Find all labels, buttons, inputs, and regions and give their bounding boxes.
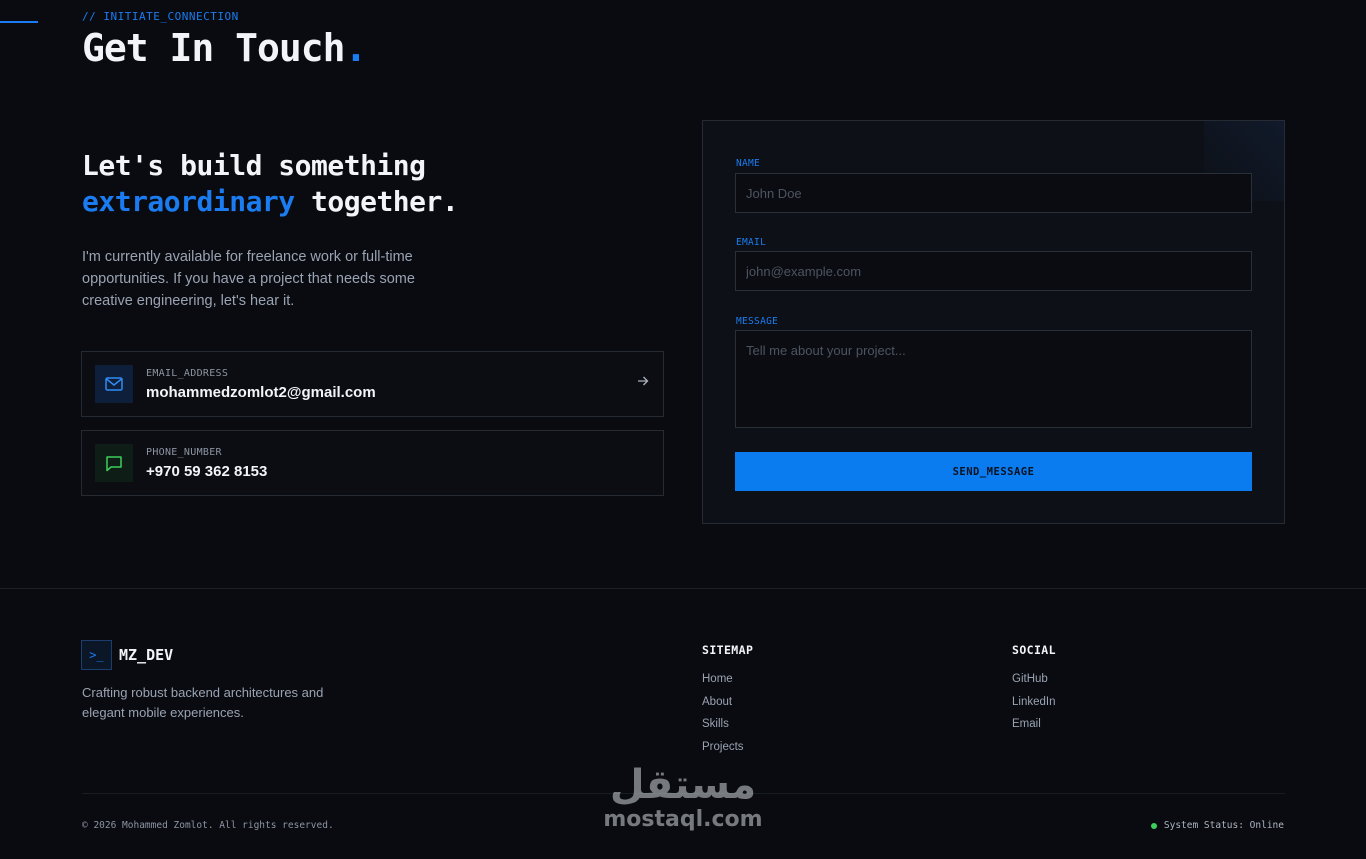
watermark-latin: mostaql.com <box>603 807 763 832</box>
copyright-text: © 2026 Mohammed Zomlot. All rights reser… <box>82 820 334 831</box>
message-field-label: MESSAGE <box>736 316 779 327</box>
message-textarea[interactable] <box>735 330 1252 428</box>
page-title-text: Get In Touch <box>82 26 346 70</box>
send-message-button[interactable]: SEND_MESSAGE <box>735 452 1252 491</box>
message-icon <box>95 444 133 482</box>
social-link-email[interactable]: Email <box>1012 713 1055 736</box>
name-field-label: NAME <box>736 158 761 169</box>
email-contact-value: mohammedzomlot2@gmail.com <box>146 383 376 401</box>
section-eyebrow: // INITIATE_CONNECTION <box>82 10 239 23</box>
name-input[interactable] <box>735 173 1252 213</box>
hero-line-2: extraordinary together. <box>82 184 682 220</box>
system-status: System Status: Online <box>1150 820 1284 831</box>
sitemap-link-projects[interactable]: Projects <box>702 736 744 759</box>
page-title-dot: . <box>344 26 368 70</box>
section-accent-line <box>0 21 38 23</box>
social-links: GitHub LinkedIn Email <box>1012 668 1055 736</box>
brand-name: MZ_DEV <box>119 646 174 664</box>
phone-contact-value: +970 59 362 8153 <box>146 462 268 480</box>
sitemap-link-home[interactable]: Home <box>702 668 744 691</box>
hero-line-1: Let's build something <box>82 149 426 182</box>
social-heading: SOCIAL <box>1012 643 1056 657</box>
email-contact-label: EMAIL_ADDRESS <box>146 367 229 379</box>
sitemap-links: Home About Skills Projects <box>702 668 744 758</box>
footer-brand[interactable]: >_ MZ_DEV <box>81 640 173 670</box>
terminal-icon: >_ <box>81 640 112 670</box>
mail-icon <box>95 365 133 403</box>
phone-contact-card[interactable]: PHONE_NUMBER +970 59 362 8153 <box>81 430 664 496</box>
email-input[interactable] <box>735 251 1252 291</box>
status-online-dot <box>1150 822 1157 829</box>
contact-form: NAME EMAIL MESSAGE SEND_MESSAGE <box>702 120 1285 524</box>
hero-intro: I'm currently available for freelance wo… <box>82 249 415 309</box>
system-status-text: System Status: Online <box>1163 820 1284 831</box>
watermark-arabic: مستقل <box>609 762 757 808</box>
phone-contact-label: PHONE_NUMBER <box>146 446 222 458</box>
hero-line-2-rest: together. <box>294 185 459 218</box>
social-link-github[interactable]: GitHub <box>1012 668 1055 691</box>
hero-headline: Let's build something extraordinary toge… <box>82 148 682 220</box>
sitemap-link-about[interactable]: About <box>702 691 744 714</box>
email-contact-card[interactable]: EMAIL_ADDRESS mohammedzomlot2@gmail.com <box>81 351 664 417</box>
footer-divider <box>0 588 1366 589</box>
footer-tagline: Crafting robust backend architectures an… <box>82 685 324 720</box>
sitemap-heading: SITEMAP <box>702 643 754 657</box>
sitemap-link-skills[interactable]: Skills <box>702 713 744 736</box>
mostaql-watermark: مستقل mostaql.com <box>598 763 768 833</box>
page-title: Get In Touch. <box>82 26 368 70</box>
social-link-linkedin[interactable]: LinkedIn <box>1012 691 1055 714</box>
arrow-right-icon <box>637 374 649 392</box>
email-field-label: EMAIL <box>736 237 767 248</box>
hero-highlight: extraordinary <box>82 185 295 218</box>
